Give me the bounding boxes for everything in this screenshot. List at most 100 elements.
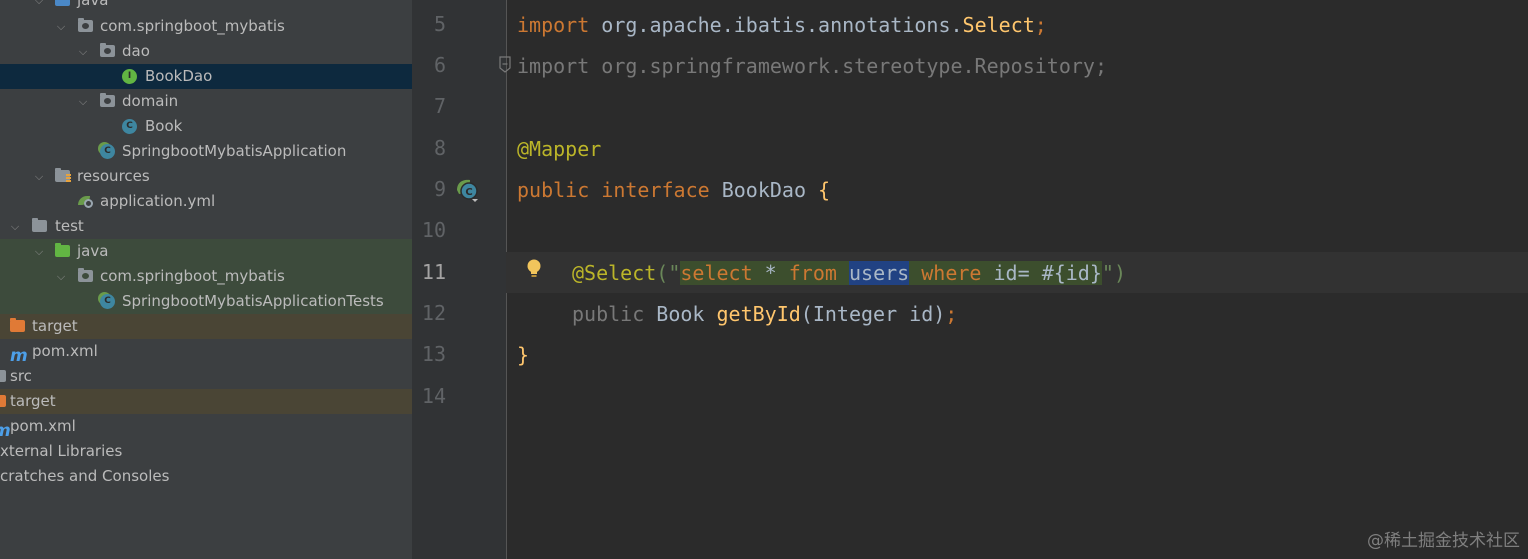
tree-item-label: xternal Libraries [0, 442, 123, 460]
project-tree-panel: ⌵ java ⌵ com.springboot_mybatis ⌵ dao I … [0, 0, 412, 559]
source-folder-icon [55, 0, 71, 8]
tree-item-label: application.yml [100, 192, 216, 210]
annotation-token: @Mapper [517, 137, 602, 161]
tree-item-label: java [77, 0, 109, 9]
fold-marker-icon[interactable] [498, 56, 512, 74]
params-token: (Integer id) [800, 302, 946, 326]
brace-token: } [517, 343, 530, 367]
tree-item-java[interactable]: ⌵ java [0, 0, 412, 13]
code-line-8[interactable]: @Mapper [517, 137, 601, 161]
interface-name-token: BookDao [721, 178, 806, 202]
line-number: 13 [421, 342, 446, 366]
keyword-token: interface [589, 178, 722, 202]
tree-item-scratches[interactable]: cratches and Consoles [0, 464, 412, 489]
tree-item-application[interactable]: C SpringbootMybatisApplication [0, 139, 412, 164]
watermark: @稀土掘金技术社区 [1367, 531, 1520, 551]
tree-item-label: SpringbootMybatisApplication [122, 142, 347, 160]
editor-gutter: 5 6 7 8 9 10 11 12 13 14 C [412, 0, 511, 559]
tree-item-resources[interactable]: ⌵ resources [0, 164, 412, 189]
line-number: 5 [433, 12, 446, 36]
method-name-token: getById [716, 302, 801, 326]
tree-item-dao[interactable]: ⌵ dao [0, 39, 412, 64]
resources-folder-icon [55, 168, 71, 184]
class-token: Select [962, 13, 1035, 37]
sql-table-selected-token[interactable]: users [848, 261, 910, 285]
tree-item-package[interactable]: ⌵ com.springboot_mybatis [0, 14, 412, 39]
package-icon [100, 93, 116, 109]
spring-class-icon: C [100, 294, 116, 309]
chevron-down-icon[interactable]: ⌵ [32, 0, 46, 13]
yml-file-icon [78, 194, 94, 209]
code-line-12[interactable]: public Book getById(Integer id); [572, 302, 957, 326]
line-number: 8 [433, 136, 446, 160]
tree-item-external-libraries[interactable]: xternal Libraries [0, 439, 412, 464]
package-icon [100, 43, 116, 59]
chevron-down-icon[interactable]: ⌵ [76, 89, 90, 114]
redundant-modifier-token: public [572, 302, 645, 326]
tree-item-label: resources [77, 167, 150, 185]
tree-item-application-tests[interactable]: C SpringbootMybatisApplicationTests [0, 289, 412, 314]
excluded-folder-icon [0, 394, 7, 409]
tree-item-test-java[interactable]: ⌵ java [0, 239, 412, 264]
sql-param-token: #{id} [1041, 261, 1102, 285]
sql-keyword-token: where [921, 261, 982, 285]
brace-token: { [806, 178, 831, 202]
maven-icon: m [0, 419, 11, 440]
line-number: 10 [421, 218, 446, 242]
tree-item-test-package[interactable]: ⌵ com.springboot_mybatis [0, 264, 412, 289]
tree-item-target[interactable]: target [0, 314, 412, 339]
class-icon: C [122, 119, 138, 134]
chevron-down-icon[interactable]: ⌵ [32, 239, 46, 264]
tree-item-label: BookDao [145, 67, 213, 85]
keyword-token: import [517, 13, 590, 37]
code-line-5[interactable]: import org.apache.ibatis.annotations.Sel… [517, 13, 1047, 37]
tree-item-domain[interactable]: ⌵ domain [0, 89, 412, 114]
semicolon-token: ; [1034, 13, 1047, 37]
sql-token: * [752, 261, 789, 285]
tree-item-label: target [10, 392, 56, 410]
line-number: 9 [433, 177, 446, 201]
tree-item-pom[interactable]: m pom.xml [0, 339, 412, 366]
excluded-folder-icon [10, 318, 26, 334]
chevron-down-icon[interactable]: ⌵ [8, 214, 22, 239]
package-icon [78, 268, 94, 284]
semicolon-token: ; [945, 302, 958, 326]
lightbulb-icon[interactable] [525, 258, 543, 280]
tree-item-label: domain [122, 92, 179, 110]
tree-item-application-yml[interactable]: application.yml [0, 189, 412, 214]
tree-item-book[interactable]: C Book [0, 114, 412, 139]
chevron-down-icon[interactable]: ⌵ [54, 264, 68, 289]
folder-icon [0, 369, 7, 384]
tree-item-label: com.springboot_mybatis [100, 267, 285, 285]
chevron-down-icon[interactable]: ⌵ [76, 39, 90, 64]
line-number-current: 11 [421, 260, 446, 284]
code-line-13[interactable]: } [517, 343, 529, 367]
tree-item-label: SpringbootMybatisApplicationTests [122, 292, 384, 310]
tree-item-target-root[interactable]: target [0, 389, 412, 414]
tree-item-label: pom.xml [32, 342, 98, 360]
tree-item-label: com.springboot_mybatis [100, 17, 285, 35]
sql-keyword-token: from [788, 261, 837, 285]
code-line-9[interactable]: public interface BookDao { [517, 178, 830, 202]
tree-item-test[interactable]: ⌵ test [0, 214, 412, 239]
tree-item-src[interactable]: src [0, 364, 412, 389]
maven-icon: m [10, 346, 28, 366]
line-number: 12 [421, 301, 446, 325]
tree-item-label: test [55, 217, 84, 235]
string-delimiter-token: (" [656, 261, 681, 285]
code-line-11[interactable]: @Select("select * from users where id= #… [572, 261, 1126, 285]
interface-icon: I [122, 69, 138, 84]
tree-item-bookdao[interactable]: I BookDao [0, 64, 412, 89]
tree-item-pom-root[interactable]: m pom.xml [0, 414, 412, 440]
chevron-down-icon[interactable]: ⌵ [54, 14, 68, 39]
keyword-token: public [517, 178, 590, 202]
svg-text:C: C [465, 187, 472, 198]
line-number: 14 [421, 384, 446, 408]
package-token: org.apache.ibatis.annotations. [589, 13, 963, 37]
spring-class-icon: C [100, 144, 116, 159]
code-line-6[interactable]: import org.springframework.stereotype.Re… [517, 54, 1107, 78]
chevron-down-icon[interactable]: ⌵ [32, 164, 46, 189]
mybatis-mapper-gutter-icon[interactable]: C [454, 177, 482, 203]
tree-item-label: target [32, 317, 78, 335]
